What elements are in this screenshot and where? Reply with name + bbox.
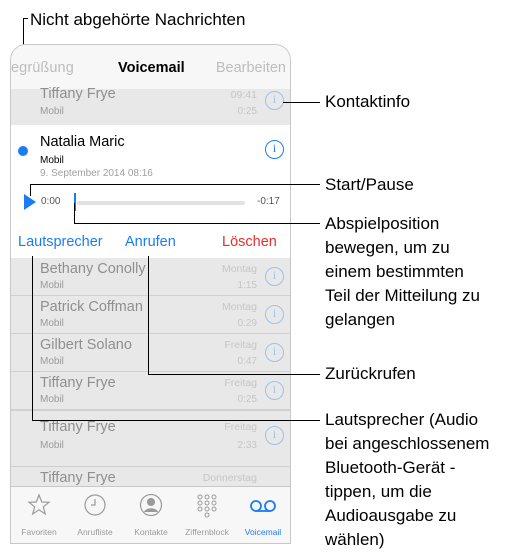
- info-icon[interactable]: i: [265, 305, 284, 324]
- callout-speaker-line-5: Audioausgabe zu: [325, 506, 457, 525]
- tab-recents[interactable]: Anrufliste: [67, 487, 123, 544]
- caller-name: Gilbert Solano: [40, 337, 132, 353]
- voicemail-row[interactable]: Tiffany Frye Mobil Freitag 0:25 i: [11, 372, 290, 410]
- callout-call-back: Zurückrufen: [325, 364, 416, 383]
- info-icon[interactable]: i: [265, 426, 284, 445]
- message-time: 09:41: [230, 89, 257, 101]
- tab-contacts[interactable]: Kontakte: [123, 487, 179, 544]
- callout-line-contact-info: [283, 102, 320, 103]
- caller-name: Natalia Maric: [40, 134, 125, 150]
- greeting-button[interactable]: egrüßung: [11, 60, 74, 76]
- callout-speaker-line-4: tippen, um die: [325, 482, 432, 501]
- keypad-icon: [197, 494, 217, 518]
- tab-label: Favoriten: [21, 527, 57, 537]
- caller-type: Mobil: [40, 394, 64, 405]
- caller-name: Tiffany Frye: [40, 470, 116, 486]
- callout-line-callback: [148, 374, 320, 375]
- callout-start-pause: Start/Pause: [325, 175, 414, 194]
- callout-seek-line-4: Teil der Mitteilung zu: [325, 286, 480, 305]
- callout-unheard-messages: Nicht abgehörte Nachrichten: [30, 10, 246, 29]
- callout-line-unheard-h: [23, 18, 28, 19]
- delete-button[interactable]: Löschen: [222, 234, 277, 250]
- tab-label: Voicemail: [244, 527, 282, 537]
- info-icon[interactable]: i: [265, 381, 284, 400]
- tab-label: Ziffernblock: [185, 527, 229, 537]
- caller-name: Bethany Conolly: [40, 261, 146, 277]
- play-pause-button[interactable]: [24, 194, 36, 210]
- tab-bar: Favoriten Anrufliste Kontakte Ziffernblo…: [11, 486, 290, 543]
- caller-type: Mobil: [40, 155, 64, 166]
- star-icon: [27, 493, 51, 516]
- tab-voicemail[interactable]: Voicemail: [235, 487, 291, 544]
- tab-label: Anrufliste: [77, 527, 113, 537]
- call-button[interactable]: Anrufen: [125, 234, 176, 250]
- caller-type: Mobil: [40, 280, 64, 291]
- tab-label: Kontakte: [134, 527, 168, 537]
- caller-type: Mobil: [40, 356, 64, 367]
- page-title: Voicemail: [118, 60, 185, 76]
- callout-line-callback-v: [148, 256, 149, 374]
- voicemail-row[interactable]: Tiffany Frye Donnerstag: [11, 466, 290, 487]
- caller-name: Tiffany Frye: [40, 86, 116, 102]
- callout-line-start-pause-v: [30, 184, 31, 196]
- caller-name: Patrick Coffman: [40, 299, 143, 315]
- message-date: 9. September 2014 08:16: [40, 168, 153, 179]
- callout-seek-line-2: bewegen, um zu: [325, 238, 450, 257]
- message-duration: 0:25: [237, 394, 257, 405]
- message-time: Montag: [221, 301, 257, 313]
- voicemail-row[interactable]: Tiffany Frye Mobil Freitag 2:33 i: [11, 410, 290, 467]
- info-icon[interactable]: i: [265, 267, 284, 286]
- voicemail-row[interactable]: Tiffany Frye Mobil 09:41 0:25 i: [11, 86, 290, 126]
- voicemail-icon: [250, 500, 276, 512]
- speaker-button[interactable]: Lautsprecher: [18, 234, 103, 250]
- voicemail-row[interactable]: Bethany Conolly Mobil Montag 1:15 i: [11, 258, 290, 296]
- callout-speaker-line-3: Bluetooth-Gerät -: [325, 458, 456, 477]
- callout-line-seek-v: [74, 203, 75, 223]
- message-time: Donnerstag: [202, 472, 257, 484]
- info-icon[interactable]: i: [265, 91, 284, 110]
- info-icon[interactable]: i: [265, 140, 284, 159]
- playback-track[interactable]: [77, 201, 245, 205]
- unheard-indicator-dot: [18, 146, 28, 156]
- callout-contact-info: Kontaktinfo: [325, 92, 411, 111]
- caller-type: Mobil: [40, 440, 64, 451]
- voicemail-row[interactable]: Patrick Coffman Mobil Montag 0:29 i: [11, 296, 290, 334]
- message-time: Freitag: [224, 377, 257, 389]
- voicemail-row[interactable]: Gilbert Solano Mobil Freitag 0:47 i: [11, 334, 290, 372]
- callout-seek-line-1: Abspielposition: [325, 214, 440, 233]
- callout-speaker-line-1: Lautsprecher (Audio: [325, 410, 479, 429]
- callout-line-seek: [74, 223, 320, 224]
- info-icon[interactable]: i: [265, 343, 284, 362]
- message-duration: 2:33: [237, 440, 257, 451]
- edit-button[interactable]: Bearbeiten: [216, 60, 286, 76]
- callout-speaker-line-2: bei angeschlossenem: [325, 434, 490, 453]
- message-duration: 0:29: [237, 318, 257, 329]
- clock-icon: [84, 494, 106, 516]
- tab-keypad[interactable]: Ziffernblock: [179, 487, 235, 544]
- caller-type: Mobil: [40, 106, 64, 117]
- remaining-time: -0:17: [257, 196, 280, 207]
- message-time: Freitag: [224, 339, 257, 351]
- callout-seek-line-3: einem bestimmten: [325, 262, 464, 281]
- message-duration: 0:47: [237, 356, 257, 367]
- navigation-bar: egrüßung Voicemail Bearbeiten: [11, 45, 290, 90]
- callout-line-speaker-v: [32, 256, 33, 420]
- current-position: 0:00: [41, 196, 61, 207]
- callout-seek-line-5: gelangen: [325, 310, 395, 329]
- tab-favorites[interactable]: Favoriten: [11, 487, 67, 544]
- caller-type: Mobil: [40, 318, 64, 329]
- callout-speaker-line-6: wählen): [325, 530, 385, 549]
- person-icon: [139, 493, 163, 517]
- message-time: Freitag: [224, 421, 257, 433]
- caller-name: Tiffany Frye: [40, 419, 116, 435]
- caller-name: Tiffany Frye: [40, 375, 116, 391]
- callout-line-start-pause: [30, 184, 320, 185]
- callout-line-speaker: [32, 420, 320, 421]
- message-time: Montag: [221, 263, 257, 275]
- message-duration: 0:25: [237, 106, 257, 117]
- message-duration: 1:15: [237, 280, 257, 291]
